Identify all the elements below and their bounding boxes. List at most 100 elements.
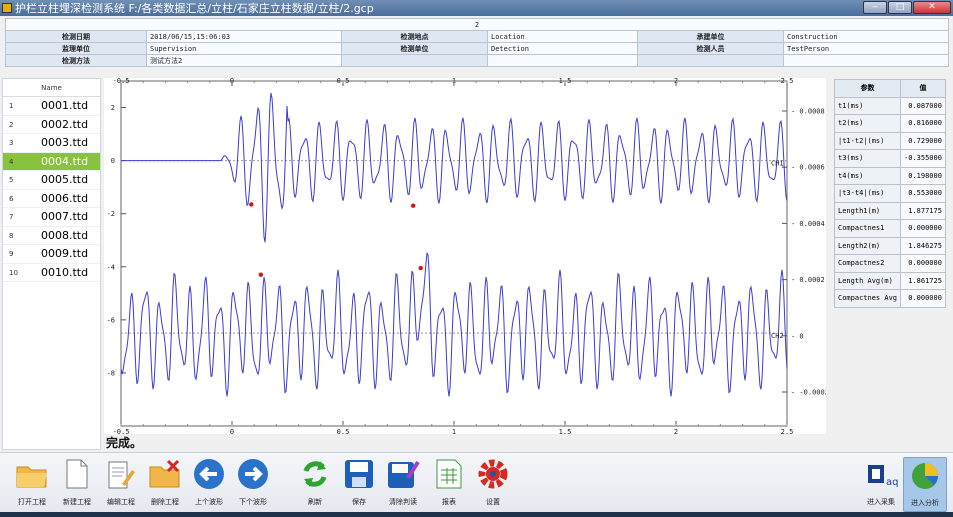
- toolbar-button-label: 打开工程: [18, 498, 46, 506]
- y-right-tick-label: - 0.0002: [791, 276, 825, 284]
- toolbar-button[interactable]: 设置: [471, 457, 515, 507]
- toolbar-button[interactable]: 进入分析: [903, 457, 947, 512]
- edit-document-icon: [104, 457, 138, 491]
- toolbar-button[interactable]: 删除工程: [143, 457, 187, 507]
- info-label: 检测单位: [341, 42, 488, 55]
- waveform-chart[interactable]: -0.5-0.5000.50.5111.51.5222.52.520-2-4-6…: [104, 77, 829, 436]
- peak-marker: [418, 265, 423, 271]
- toolbar-button[interactable]: aq 进入采集: [859, 457, 903, 507]
- param-value: -0.355000: [900, 149, 946, 168]
- file-index: 2: [9, 120, 14, 129]
- maximize-button[interactable]: □: [888, 1, 912, 14]
- x-tick-label-bottom: 2.5: [781, 428, 794, 434]
- info-value[interactable]: [783, 54, 949, 67]
- param-value: 1.861725: [900, 271, 946, 290]
- param-row: Length2(m) 1.846275: [833, 236, 946, 255]
- file-index: 1: [9, 102, 14, 110]
- param-name: Length Avg(m): [833, 271, 902, 290]
- param-name: t3(ms): [833, 149, 902, 168]
- file-list-item[interactable]: 1 0001.ttd: [3, 97, 100, 116]
- file-list-item[interactable]: 7 0007.ttd: [3, 208, 100, 227]
- y-left-tick-label: -4: [107, 263, 115, 271]
- toolbar-button[interactable]: 上个波形: [187, 457, 231, 507]
- param-row: t1(ms) 0.087000: [833, 96, 946, 115]
- info-value[interactable]: 2018/06/15,15:06:03: [146, 30, 342, 43]
- info-label: 检测人员: [637, 42, 784, 55]
- peak-marker: [249, 202, 254, 207]
- toolbar-button[interactable]: 清除判读: [381, 457, 425, 507]
- minimize-button[interactable]: ‒: [863, 1, 887, 14]
- file-list-item[interactable]: 2 0002.ttd: [3, 116, 100, 134]
- series-label: CH1: [771, 160, 784, 168]
- toolbar-button[interactable]: 刷新: [293, 457, 337, 507]
- file-index: 10: [9, 268, 18, 277]
- param-value: 0.816000: [900, 114, 946, 133]
- param-name: |t1-t2|(ms): [833, 131, 902, 150]
- param-name: Length1(m): [833, 201, 902, 220]
- toolbar-button[interactable]: 保存: [337, 457, 381, 507]
- close-button[interactable]: ✕: [913, 1, 951, 14]
- info-value[interactable]: Detection: [487, 42, 638, 55]
- file-name: 0003.ttd: [41, 136, 89, 149]
- file-name: 0001.ttd: [41, 99, 89, 112]
- y-right-tick-label: - 0.0006: [791, 164, 825, 172]
- param-name: |t3-t4|(ms): [833, 184, 902, 203]
- toolbar-button[interactable]: 下个波形: [231, 457, 275, 507]
- info-value[interactable]: [487, 54, 638, 67]
- param-value: 0.000000: [900, 219, 946, 238]
- file-list-item[interactable]: 10 0010.ttd: [3, 264, 100, 282]
- x-tick-label-bottom: 0.5: [337, 428, 350, 434]
- settings-gear-icon: [476, 457, 510, 491]
- arrow-right-icon: [236, 457, 270, 491]
- toolbar-button[interactable]: 编辑工程: [99, 457, 143, 507]
- y-right-tick-label: - 0.0008: [791, 108, 825, 116]
- file-list-header: Name: [3, 79, 100, 97]
- file-index: 6: [9, 194, 14, 203]
- param-row: Compactnes Avg 0.000000: [833, 289, 946, 308]
- param-name: t2(ms): [833, 114, 902, 133]
- file-list-item[interactable]: 9 0009.ttd: [3, 245, 100, 264]
- param-row: Length1(m) 1.877175: [833, 201, 946, 220]
- file-list-item[interactable]: 5 0005.ttd: [3, 171, 100, 190]
- param-row: t3(ms) -0.355000: [833, 149, 946, 168]
- folder-open-icon: [15, 457, 49, 491]
- waveform-svg[interactable]: -0.5-0.5000.50.5111.51.5222.52.520-2-4-6…: [104, 77, 829, 436]
- toolbar-button[interactable]: 新建工程: [55, 457, 99, 507]
- file-list-item[interactable]: 8 0008.ttd: [3, 227, 100, 245]
- app-icon: [2, 3, 12, 13]
- series-label: CH2: [771, 332, 784, 340]
- file-list-item[interactable]: 4 0004.ttd: [3, 152, 100, 171]
- plot-area: [120, 80, 788, 427]
- info-value[interactable]: 测试方法2: [146, 54, 342, 67]
- refresh-icon: [298, 457, 332, 491]
- param-row: t4(ms) 0.198000: [833, 166, 946, 185]
- clear-save-icon: [386, 457, 420, 491]
- file-list-item[interactable]: 6 0006.ttd: [3, 190, 100, 208]
- info-value[interactable]: Location: [487, 30, 638, 43]
- param-header-name: 参数: [833, 79, 902, 98]
- param-row: |t3-t4|(ms) 0.553000: [833, 184, 946, 203]
- bottom-toolbar: 打开工程 新建工程 编辑工程 删除工程 上个波形 下个波形 刷新 保存 清除判读 报表 设置 aq 进入…: [0, 452, 953, 512]
- param-value: 1.846275: [900, 236, 946, 255]
- report-icon: [432, 457, 466, 491]
- param-value: 1.877175: [900, 201, 946, 220]
- info-value[interactable]: Supervision: [146, 42, 342, 55]
- y-left-tick-label: 2: [111, 104, 115, 112]
- file-name: 0008.ttd: [41, 228, 89, 242]
- x-tick-label-bottom: 0: [230, 428, 234, 434]
- taskbar: [0, 512, 953, 517]
- window-title: 护栏立柱埋深检测系统 F:/各类数据汇总/立柱/石家庄立柱数据/立柱/2.gcp: [15, 2, 374, 15]
- param-name: Compactnes Avg: [833, 289, 902, 308]
- param-row: Compactnes1 0.000000: [833, 219, 946, 238]
- toolbar-button[interactable]: 打开工程: [10, 457, 54, 507]
- file-name: 0007.ttd: [41, 210, 89, 223]
- info-value[interactable]: Construction: [783, 30, 949, 43]
- info-value[interactable]: TestPerson: [783, 42, 949, 55]
- param-row: |t1-t2|(ms) 0.729000: [833, 131, 946, 150]
- info-label: 检测方法: [5, 54, 147, 67]
- file-list-item[interactable]: 3 0003.ttd: [3, 134, 100, 153]
- param-header-value: 值: [900, 79, 946, 98]
- toolbar-button[interactable]: 报表: [427, 457, 471, 507]
- toolbar-button-label: 设置: [486, 498, 500, 506]
- file-index: 3: [9, 139, 14, 147]
